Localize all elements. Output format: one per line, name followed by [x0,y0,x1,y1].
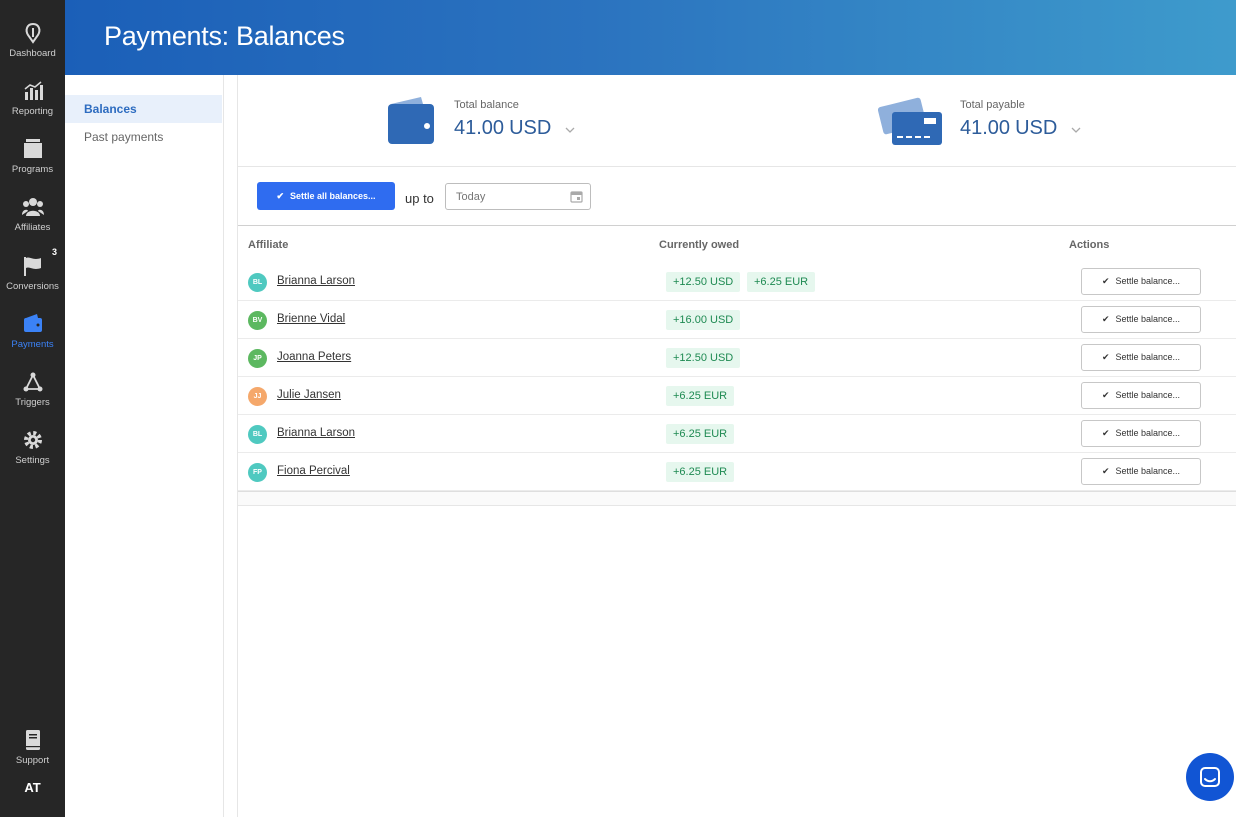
check-icon: ✔ [276,190,284,201]
settle-balance-button[interactable]: ✔ Settle balance... [1081,268,1201,295]
table-row: FP Fiona Percival +6.25 EUR ✔ Settle bala… [238,453,1236,491]
total-payable-label: Total payable [960,99,1025,111]
nav-label: Reporting [11,106,54,117]
flag-icon [24,257,41,276]
check-icon: ✔ [1101,352,1110,362]
affiliate-link[interactable]: Brienne Vidal [277,313,345,325]
wallet-icon [24,314,42,332]
user-initials[interactable]: AT [0,780,65,795]
wallet-icon [388,97,434,144]
bar-chart-icon [24,81,43,100]
toolbar: ✔ Settle all balances... up to [238,167,1236,226]
affiliate-link[interactable]: Julie Jansen [277,389,341,401]
settle-balance-button[interactable]: ✔ Settle balance... [1081,344,1201,371]
box-icon [24,139,42,158]
avatar: BV [248,311,267,330]
settle-balance-button[interactable]: ✔ Settle balance... [1081,306,1201,333]
avatar: FP [248,463,267,482]
owed-amount-tag: +6.25 EUR [666,424,735,444]
credit-card-icon [878,97,942,145]
owed-amount-tag: +16.00 USD [666,310,741,330]
affiliate-link[interactable]: Fiona Percival [277,465,350,477]
column-actions: Actions [1069,239,1110,251]
affiliate-link[interactable]: Brianna Larson [277,275,355,287]
table-row: JP Joanna Peters +12.50 USD ✔ Settle bala… [238,339,1236,377]
triggers-icon [23,372,43,392]
table-row: BL Brianna Larson +12.50 USD +6.25 EUR ✔… [238,263,1236,301]
up-to-label: up to [405,191,434,206]
check-icon: ✔ [1101,466,1110,476]
nav-payments[interactable]: Payments [0,313,65,367]
date-field[interactable] [445,183,591,210]
subnav-balances[interactable]: Balances [65,95,222,123]
gear-icon [24,431,42,449]
column-affiliate[interactable]: Affiliate [248,239,288,251]
table-footer [238,491,1236,506]
settle-balance-button[interactable]: ✔ Settle balance... [1081,420,1201,447]
owed-amount-tag: +12.50 USD [666,272,741,292]
summary-panel: Total balance 41.00 USD Total payable 41.… [238,75,1236,167]
page-header: Payments: Balances [65,0,1236,75]
chat-icon [1200,767,1220,787]
subnav-past-payments[interactable]: Past payments [65,123,222,151]
nav-label: Conversions [6,281,59,292]
payments-subnav: Balances Past payments [65,75,224,817]
nav-label: Dashboard [9,48,56,59]
chevron-down-icon[interactable] [565,125,575,135]
nav-label: Affiliates [14,222,51,233]
book-icon [26,730,40,750]
nav-label: Payments [11,339,54,350]
owed-amount-tag: +6.25 EUR [666,386,735,406]
nav-support[interactable]: Support [0,729,65,783]
settle-balance-button[interactable]: ✔ Settle balance... [1081,458,1201,485]
settle-balance-button[interactable]: ✔ Settle balance... [1081,382,1201,409]
check-icon: ✔ [1101,428,1110,438]
avatar: JJ [248,387,267,406]
avatar: BL [248,273,267,292]
table-header: Affiliate Currently owed Actions [238,226,1236,263]
dashboard-logo-icon [25,22,41,44]
owed-amount-tag: +6.25 EUR [666,462,735,482]
nav-affiliates[interactable]: Affiliates [0,196,65,250]
settle-all-button[interactable]: ✔ Settle all balances... [257,182,395,210]
column-currently-owed[interactable]: Currently owed [659,239,739,251]
users-icon [22,198,44,216]
owed-amount-tag: +6.25 EUR [747,272,816,292]
nav-dashboard[interactable]: Dashboard [0,22,65,76]
check-icon: ✔ [1101,314,1110,324]
nav-conversions[interactable]: 3 Conversions [0,247,65,309]
avatar: BL [248,425,267,444]
page-title: Payments: Balances [104,21,345,51]
nav-label: Programs [11,164,54,175]
left-nav: Dashboard Reporting Programs Affiliates … [0,0,65,817]
table-row: BL Brianna Larson +6.25 EUR ✔ Settle bala… [238,415,1236,453]
nav-settings[interactable]: Settings [0,429,65,483]
owed-amount-tag: +12.50 USD [666,348,741,368]
balances-table: BL Brianna Larson +12.50 USD +6.25 EUR ✔… [238,263,1236,491]
chat-launcher-button[interactable] [1186,753,1234,801]
chevron-down-icon[interactable] [1071,125,1081,135]
nav-label: Triggers [15,397,50,408]
total-balance-label: Total balance [454,99,519,111]
total-payable-value: 41.00 USD [960,117,1058,139]
nav-label: Settings [15,455,50,466]
avatar: JP [248,349,267,368]
check-icon: ✔ [1101,390,1110,400]
nav-triggers[interactable]: Triggers [0,371,65,425]
total-balance-value: 41.00 USD [454,117,552,139]
conversions-badge: 3 [52,247,58,257]
nav-programs[interactable]: Programs [0,138,65,192]
nav-reporting[interactable]: Reporting [0,80,65,134]
date-input[interactable] [456,188,566,206]
affiliate-link[interactable]: Joanna Peters [277,351,351,363]
nav-label: Support [15,755,50,766]
table-row: JJ Julie Jansen +6.25 EUR ✔ Settle balanc… [238,377,1236,415]
affiliate-link[interactable]: Brianna Larson [277,427,355,439]
check-icon: ✔ [1101,276,1110,286]
main-content: Total balance 41.00 USD Total payable 41.… [237,75,1236,817]
table-row: BV Brienne Vidal +16.00 USD ✔ Settle bala… [238,301,1236,339]
calendar-icon[interactable] [570,190,583,203]
